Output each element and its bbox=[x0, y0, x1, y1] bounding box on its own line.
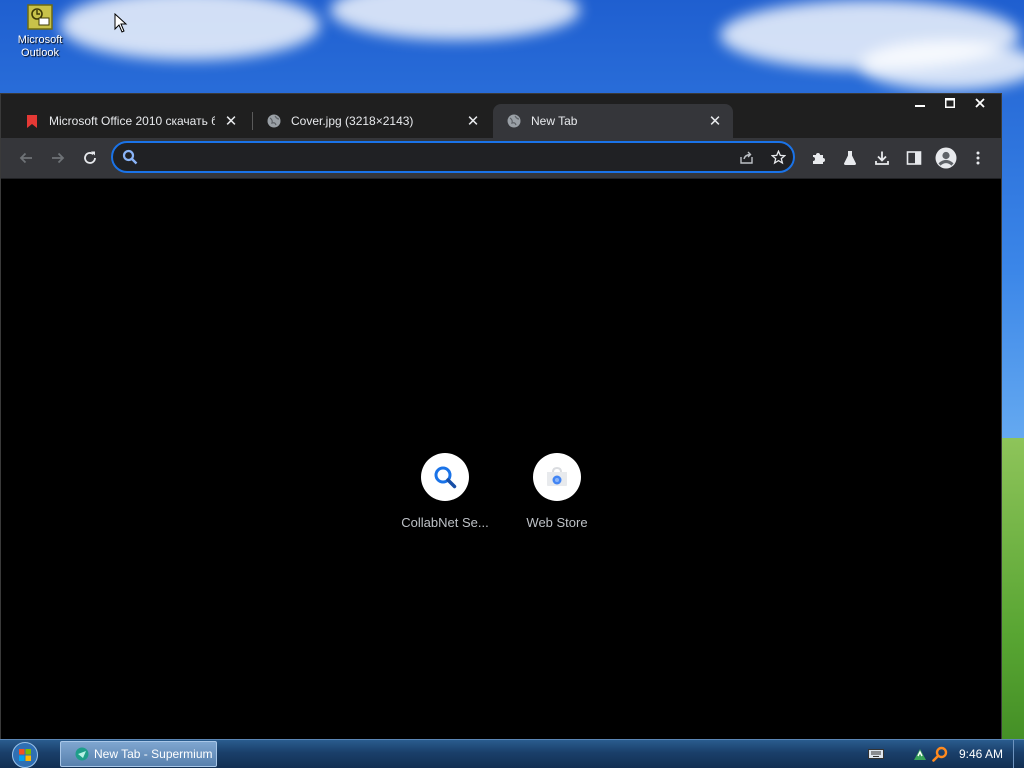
tab-office[interactable]: Microsoft Office 2010 скачать бе ✕ bbox=[11, 104, 249, 138]
download-icon[interactable] bbox=[869, 145, 895, 171]
shortcut-label: CollabNet Se... bbox=[401, 515, 489, 530]
keyboard-icon[interactable] bbox=[867, 745, 885, 763]
menu-icon[interactable] bbox=[965, 145, 991, 171]
browser-toolbar bbox=[1, 138, 1001, 179]
wallpaper-cloud bbox=[330, 0, 580, 40]
globe-icon bbox=[267, 114, 281, 128]
shortcut-icon-circle bbox=[421, 453, 469, 501]
profile-icon[interactable] bbox=[933, 145, 959, 171]
window-controls bbox=[905, 94, 995, 112]
tab-strip: Microsoft Office 2010 скачать бе ✕ Cover… bbox=[1, 94, 1001, 138]
maximize-icon[interactable] bbox=[935, 94, 965, 112]
shortcut-label: Web Store bbox=[526, 515, 588, 530]
mouse-cursor-icon bbox=[114, 13, 128, 33]
close-icon[interactable]: ✕ bbox=[223, 113, 239, 130]
browser-window: Microsoft Office 2010 скачать бе ✕ Cover… bbox=[0, 93, 1002, 740]
tab-title: Cover.jpg (3218×2143) bbox=[291, 114, 414, 128]
show-desktop-button[interactable] bbox=[1013, 740, 1024, 768]
web-store-icon bbox=[547, 466, 567, 486]
window-close-icon[interactable] bbox=[965, 94, 995, 112]
supermium-icon bbox=[75, 747, 89, 761]
bookmark-red-icon bbox=[25, 114, 39, 128]
globe-icon bbox=[507, 114, 521, 128]
desktop-icon-label: Microsoft Outlook bbox=[17, 34, 63, 59]
start-button[interactable] bbox=[8, 741, 42, 768]
tab-new-tab[interactable]: New Tab ✕ bbox=[493, 104, 733, 138]
labs-icon[interactable] bbox=[837, 145, 863, 171]
taskbar-window-label: New Tab - Supermium bbox=[94, 747, 213, 761]
network-icon[interactable] bbox=[911, 745, 929, 763]
close-icon[interactable]: ✕ bbox=[465, 113, 481, 130]
forward-icon[interactable] bbox=[45, 145, 71, 171]
address-input[interactable] bbox=[147, 147, 731, 169]
outlook-icon bbox=[27, 4, 53, 30]
windows-logo-icon bbox=[12, 741, 38, 768]
minimize-icon[interactable] bbox=[905, 94, 935, 112]
shortcut-icon-circle bbox=[533, 453, 581, 501]
wallpaper-cloud bbox=[860, 40, 1024, 90]
search-tray-icon[interactable] bbox=[931, 745, 949, 763]
side-panel-icon[interactable] bbox=[901, 145, 927, 171]
shortcut-collabnet[interactable]: CollabNet Se... bbox=[390, 453, 500, 530]
clock[interactable]: 9:46 AM bbox=[959, 747, 1003, 761]
search-icon bbox=[120, 147, 140, 167]
taskbar-window-button[interactable]: New Tab - Supermium bbox=[60, 741, 217, 767]
tab-cover[interactable]: Cover.jpg (3218×2143) ✕ bbox=[253, 104, 491, 138]
taskbar: New Tab - Supermium 9:46 AM bbox=[0, 739, 1024, 768]
shortcut-web-store[interactable]: Web Store bbox=[502, 453, 612, 530]
back-icon[interactable] bbox=[13, 145, 39, 171]
tab-title: New Tab bbox=[531, 114, 578, 128]
bookmark-star-icon[interactable] bbox=[768, 147, 788, 167]
tab-title: Microsoft Office 2010 скачать бе bbox=[49, 114, 215, 128]
system-tray: 9:46 AM bbox=[861, 740, 1024, 768]
search-icon bbox=[434, 466, 457, 489]
reload-icon[interactable] bbox=[77, 145, 103, 171]
extensions-icon[interactable] bbox=[805, 145, 831, 171]
close-icon[interactable]: ✕ bbox=[707, 113, 723, 130]
share-icon[interactable] bbox=[736, 147, 756, 167]
address-bar[interactable] bbox=[111, 141, 795, 173]
wallpaper-cloud bbox=[60, 0, 320, 60]
desktop-icon-outlook[interactable]: Microsoft Outlook bbox=[10, 4, 70, 60]
new-tab-page: CollabNet Se... Web Store bbox=[1, 179, 1001, 739]
